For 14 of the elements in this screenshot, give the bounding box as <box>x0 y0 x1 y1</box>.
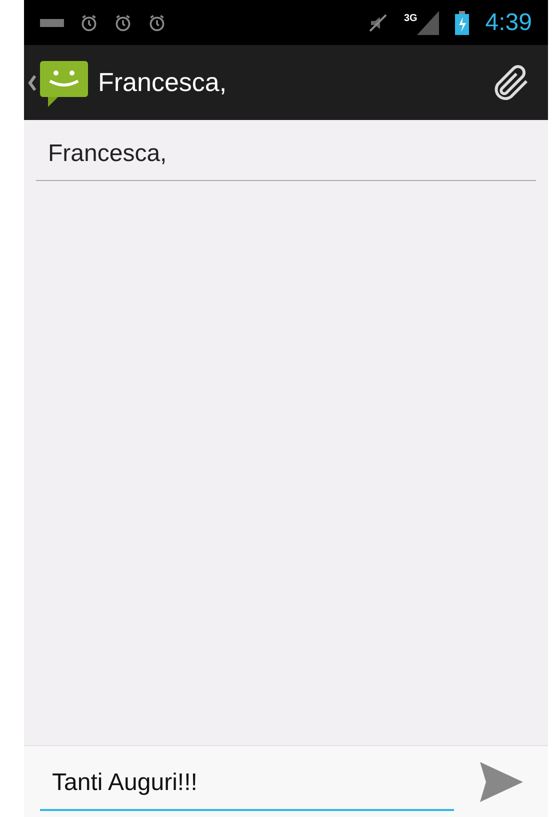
network-type-label: 3G <box>404 12 418 26</box>
message-input[interactable]: Tanti Auguri!!! <box>52 764 442 800</box>
signal-icon <box>417 10 440 34</box>
conversation-title: Francesca, <box>98 66 227 99</box>
send-icon <box>478 760 524 802</box>
smiling-speech-bubble-icon <box>38 58 90 106</box>
chevron-left-icon <box>28 74 36 90</box>
clock-time: 4:39 <box>485 8 532 38</box>
alarm-clock-icon <box>148 14 166 32</box>
alarm-clock-icon <box>114 14 132 32</box>
recipient-field[interactable]: Francesca, <box>36 136 536 181</box>
alarm-clock-icon <box>80 14 98 32</box>
battery-charging-icon <box>455 10 470 34</box>
muted-speaker-icon <box>368 12 388 32</box>
